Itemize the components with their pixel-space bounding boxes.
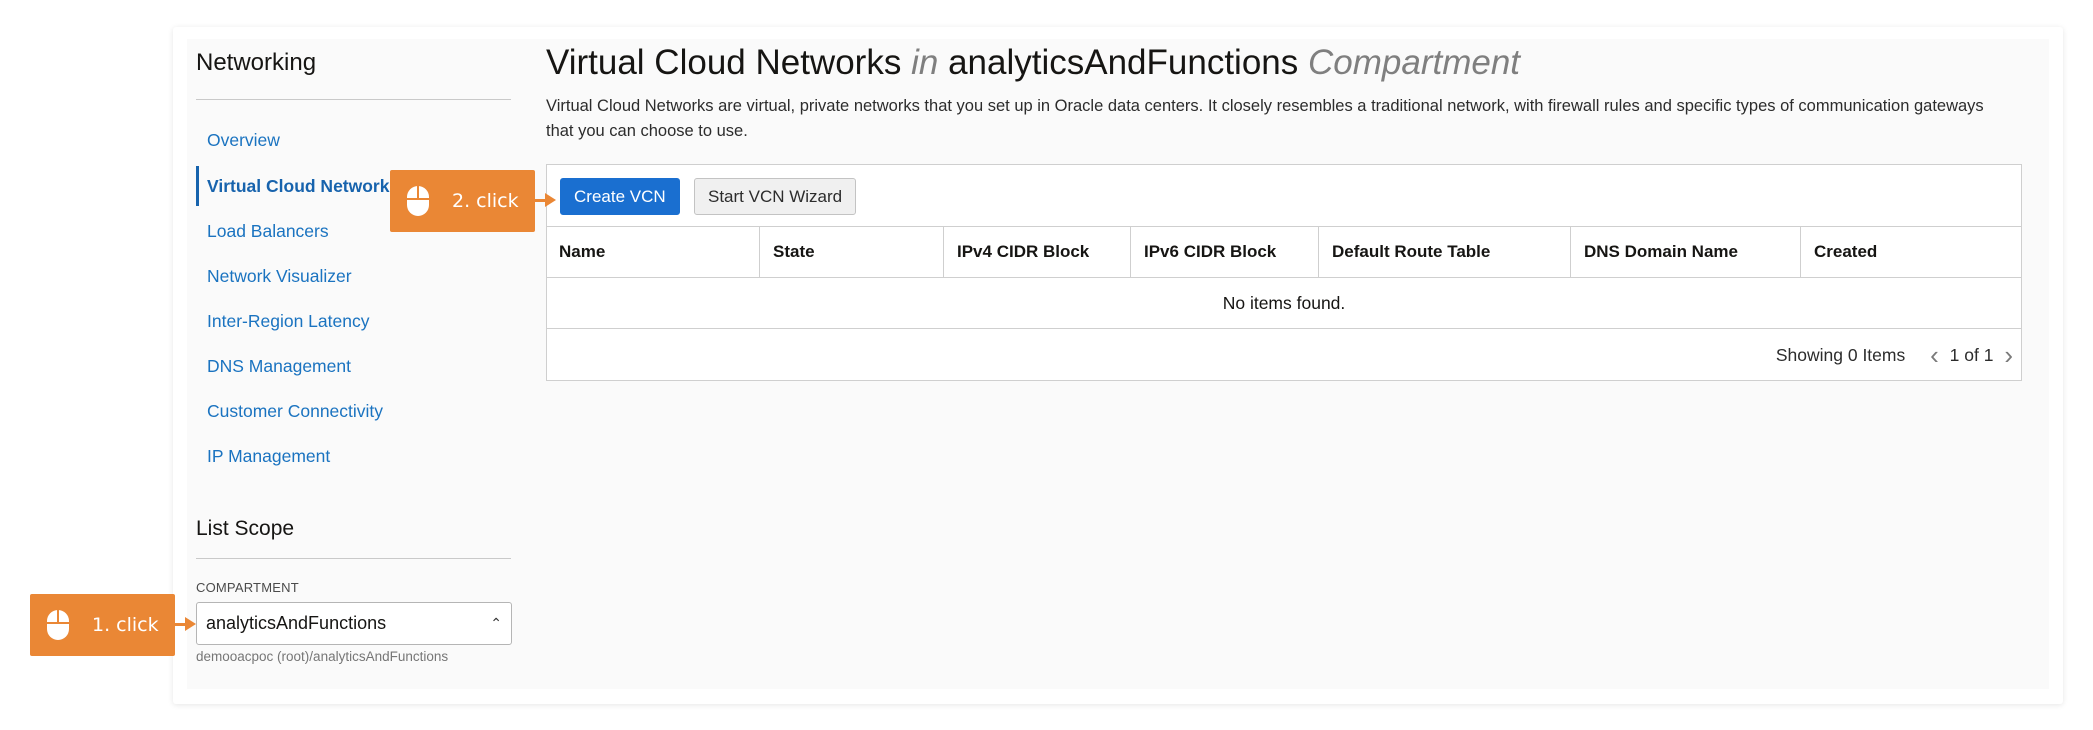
- sidebar-item-dns-management[interactable]: DNS Management: [196, 346, 511, 386]
- pagination: Showing 0 Items ‹ 1 of 1 ›: [1776, 329, 2019, 381]
- sidebar-title: Networking: [196, 49, 317, 76]
- column-header-ipv4-cidr[interactable]: IPv4 CIDR Block: [944, 227, 1131, 277]
- chevron-right-icon[interactable]: ›: [1998, 329, 2019, 381]
- chevron-left-icon[interactable]: ‹: [1924, 329, 1945, 381]
- callout-step-1-label: 1. click: [92, 614, 159, 636]
- callout-step-2: 2. click: [390, 170, 535, 232]
- page-title-compartment: analyticsAndFunctions: [948, 43, 1299, 82]
- chevron-updown-icon: ⌃: [490, 615, 502, 631]
- table-header: Name State IPv4 CIDR Block IPv6 CIDR Blo…: [546, 226, 2022, 278]
- column-header-name[interactable]: Name: [546, 227, 760, 277]
- sidebar-item-ip-management[interactable]: IP Management: [196, 436, 511, 476]
- mouse-icon: [407, 186, 429, 216]
- sidebar-item-network-visualizer[interactable]: Network Visualizer: [196, 256, 511, 296]
- table-empty-message: No items found.: [546, 278, 2022, 329]
- list-scope-title: List Scope: [196, 517, 295, 540]
- sidebar-item-overview[interactable]: Overview: [196, 120, 511, 160]
- items-count: Showing 0 Items: [1775, 345, 1906, 365]
- page-indicator: 1 of 1: [1949, 345, 1994, 365]
- compartment-select[interactable]: analyticsAndFunctions ⌃: [196, 602, 512, 645]
- callout-arrowhead-2: [545, 193, 556, 207]
- column-header-state[interactable]: State: [760, 227, 944, 277]
- page-title: Virtual Cloud Networks in analyticsAndFu…: [546, 43, 1520, 83]
- create-vcn-button[interactable]: Create VCN: [560, 178, 680, 215]
- sidebar-item-customer-connectivity[interactable]: Customer Connectivity: [196, 391, 511, 431]
- list-scope-divider: [196, 558, 511, 559]
- compartment-label: COMPARTMENT: [196, 580, 299, 595]
- page-title-main: Virtual Cloud Networks: [546, 43, 902, 82]
- sidebar-divider: [196, 99, 511, 100]
- column-header-created[interactable]: Created: [1801, 227, 2020, 277]
- callout-arrow-2: [535, 199, 545, 202]
- column-header-default-route-table[interactable]: Default Route Table: [1319, 227, 1571, 277]
- callout-step-1: 1. click: [30, 594, 175, 656]
- compartment-path: demooacpoc (root)/analyticsAndFunctions: [196, 649, 449, 664]
- callout-arrow-1: [175, 623, 185, 626]
- callout-step-2-label: 2. click: [452, 190, 519, 212]
- start-vcn-wizard-button[interactable]: Start VCN Wizard: [694, 178, 857, 215]
- sidebar-item-inter-region-latency[interactable]: Inter-Region Latency: [196, 301, 511, 341]
- page-description: Virtual Cloud Networks are virtual, priv…: [546, 97, 1984, 140]
- page-title-suffix: Compartment: [1308, 43, 1521, 82]
- mouse-icon: [47, 610, 69, 640]
- column-header-dns-domain[interactable]: DNS Domain Name: [1571, 227, 1801, 277]
- compartment-select-value: analyticsAndFunctions: [206, 613, 387, 633]
- column-header-ipv6-cidr[interactable]: IPv6 CIDR Block: [1131, 227, 1319, 277]
- callout-arrowhead-1: [185, 617, 196, 631]
- page-title-in: in: [911, 43, 939, 82]
